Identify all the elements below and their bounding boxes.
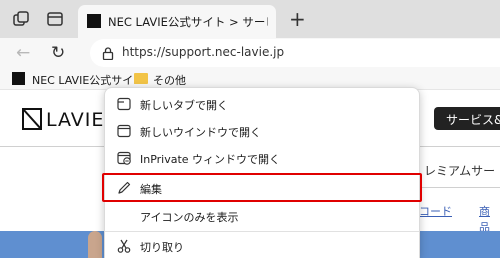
menu-item-label: InPrivate ウィンドウで開く [140, 153, 281, 166]
menu-separator [105, 231, 419, 232]
menu-item-label: 新しいウインドウで開く [140, 126, 261, 139]
url-text: https://support.nec-lavie.jp [122, 45, 285, 59]
menu-item-open-new-tab[interactable]: 新しいタブで開く [105, 91, 419, 117]
favorite-item-nec[interactable]: NEC LAVIE公式サイ... [32, 72, 144, 88]
site-logo-text[interactable]: LAVIE [46, 109, 104, 131]
lavie-logo-icon [22, 108, 42, 130]
menu-item-open-new-window[interactable]: 新しいウインドウで開く [105, 118, 419, 144]
back-button[interactable]: ← [16, 43, 30, 63]
favorite-favicon-icon [12, 72, 25, 85]
reload-button[interactable]: ↻ [51, 43, 65, 63]
banner-photo [88, 231, 102, 258]
premium-text: レミアムサー [424, 164, 496, 178]
workspaces-icon[interactable] [12, 10, 30, 28]
code-link[interactable]: コード [419, 203, 452, 219]
tab-actions-icon[interactable] [46, 10, 64, 28]
favorite-folder-other[interactable]: その他 [153, 72, 186, 88]
context-menu: 新しいタブで開く 新しいウインドウで開く InPrivate ウィンドウで開く … [102, 87, 422, 258]
tab-title: NEC LAVIE公式サイト > サービス&サ [108, 15, 268, 29]
menu-item-label: 切り取り [140, 241, 184, 254]
address-bar-row: ← ↻ https://support.nec-lavie.jp [0, 38, 500, 68]
scissors-icon [117, 239, 131, 253]
site-favicon-icon [87, 14, 101, 28]
new-tab-button[interactable]: + [289, 9, 306, 29]
menu-item-label: アイコンのみを表示 [140, 211, 239, 224]
divider [420, 187, 500, 188]
new-tab-icon [117, 97, 131, 111]
menu-item-label: 新しいタブで開く [140, 99, 228, 112]
new-window-icon [117, 124, 131, 138]
folder-icon [134, 73, 148, 84]
lock-icon[interactable] [102, 47, 114, 60]
active-tab[interactable]: NEC LAVIE公式サイト > サービス&サ [78, 5, 276, 38]
menu-item-open-inprivate[interactable]: InPrivate ウィンドウで開く [105, 145, 419, 171]
highlight-box [102, 173, 422, 202]
address-field[interactable]: https://support.nec-lavie.jp [90, 39, 500, 67]
inprivate-icon [117, 151, 131, 165]
tab-bar: NEC LAVIE公式サイト > サービス&サ + [0, 0, 500, 38]
menu-item-show-icon-only[interactable]: アイコンのみを表示 [105, 203, 419, 229]
menu-item-cut[interactable]: 切り取り [105, 233, 419, 258]
service-nav-button[interactable]: サービス&サ [434, 107, 500, 130]
